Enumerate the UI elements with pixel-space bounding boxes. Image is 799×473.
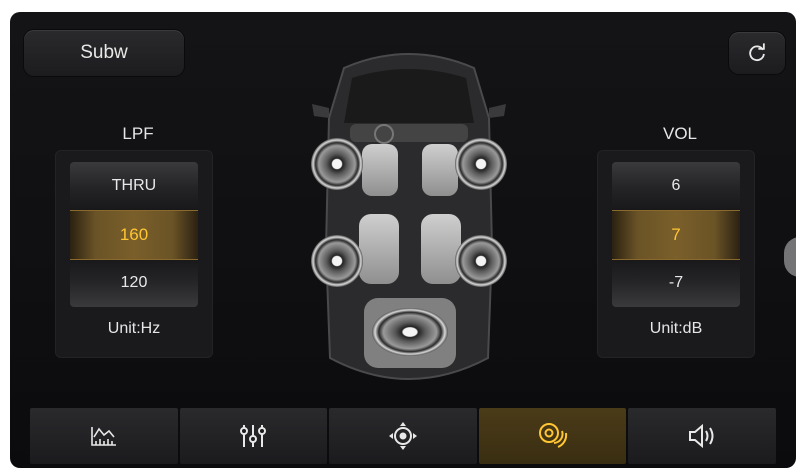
tab-spectrum[interactable] bbox=[30, 408, 178, 464]
equalizer-icon bbox=[240, 425, 267, 447]
lpf-picker[interactable]: THRU 160 120 bbox=[70, 162, 198, 307]
vol-unit: Unit:dB bbox=[649, 320, 703, 337]
vol-option[interactable]: 6 bbox=[612, 162, 740, 210]
lpf-panel: THRU 160 120 Unit:Hz bbox=[55, 150, 213, 358]
lpf-option[interactable]: 120 bbox=[70, 259, 198, 307]
vol-picker[interactable]: 6 7 -7 bbox=[612, 162, 740, 307]
side-drawer-handle[interactable] bbox=[784, 237, 796, 277]
vol-selected-option[interactable]: 7 bbox=[612, 210, 740, 260]
tab-balance-fader[interactable] bbox=[329, 408, 477, 464]
lpf-option[interactable]: THRU bbox=[70, 162, 198, 210]
tab-equalizer[interactable] bbox=[179, 408, 328, 464]
speaker-rear-right bbox=[455, 235, 507, 287]
vol-panel: 6 7 -7 Unit:dB bbox=[597, 150, 755, 358]
mode-button-label: Subw bbox=[80, 42, 128, 63]
tab-volume[interactable] bbox=[628, 408, 776, 464]
lpf-label: LPF bbox=[122, 124, 154, 143]
spectrum-icon bbox=[90, 427, 116, 446]
speaker-front-right bbox=[455, 138, 507, 190]
audio-settings-screen: Subw LPF THRU 160 120 Unit:Hz VOL 6 7 -7… bbox=[10, 12, 796, 468]
lpf-selected-option[interactable]: 160 bbox=[70, 210, 198, 260]
balance-fader-icon bbox=[388, 422, 417, 450]
volume-icon bbox=[689, 423, 714, 449]
vol-label: VOL bbox=[662, 124, 698, 143]
refresh-icon bbox=[749, 43, 765, 62]
lpf-unit: Unit:Hz bbox=[107, 320, 161, 337]
speaker-subwoofer bbox=[372, 308, 448, 356]
speaker-rear-left bbox=[311, 235, 363, 287]
mode-button[interactable]: Subw bbox=[24, 30, 184, 76]
tab-subwoofer[interactable] bbox=[478, 408, 627, 464]
reset-button[interactable] bbox=[729, 32, 785, 74]
subwoofer-icon bbox=[538, 423, 567, 448]
bottom-nav bbox=[30, 408, 776, 464]
vol-option[interactable]: -7 bbox=[612, 259, 740, 307]
car-speakers-icon bbox=[311, 53, 507, 380]
speaker-front-left bbox=[311, 138, 363, 190]
